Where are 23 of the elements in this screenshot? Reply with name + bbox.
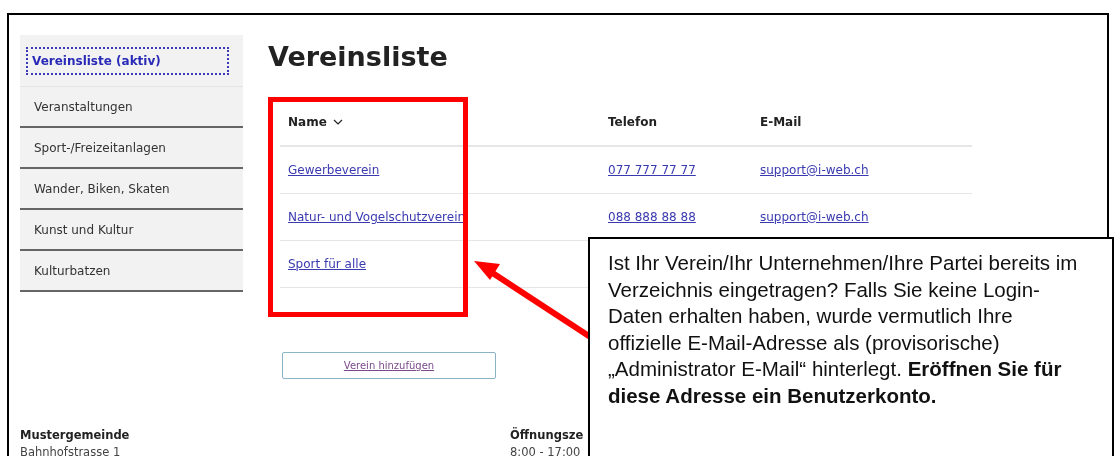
sidebar-item[interactable]: Sport-/Freizeitanlagen bbox=[20, 128, 243, 169]
footer-text: Bahnhofstrasse 1 bbox=[20, 445, 122, 456]
sidebar-item[interactable]: Kulturbatzen bbox=[20, 251, 243, 292]
add-club-button[interactable]: Verein hinzufügen bbox=[282, 352, 496, 379]
sidebar-item[interactable]: Kunst und Kultur bbox=[20, 210, 243, 251]
footer-heading: Mustergemeinde bbox=[20, 428, 131, 442]
footer-heading: Öffnungsze bbox=[510, 428, 584, 442]
annotation-callout: Ist Ihr Verein/Ihr Unternehmen/Ihre Partei bereits im Verzeichnis eingetragen? Falls Sie keine Login-Daten erhalten haben, wurde vermutlich Ihre offizielle E-Mail-Adresse als (provisorische) „Administrator E-Mail“ hinterlegt. Eröffnen Sie für diese Adresse ein Benutzerkonto. bbox=[588, 237, 1114, 456]
sidebar-item[interactable]: Wander, Biken, Skaten bbox=[20, 169, 243, 210]
email-link[interactable]: support@i-web.ch bbox=[760, 163, 869, 177]
page-title: Vereinsliste bbox=[268, 40, 449, 74]
club-link[interactable]: Gewerbeverein bbox=[288, 163, 380, 177]
sidebar-item[interactable]: Veranstaltungen bbox=[20, 87, 243, 128]
club-link[interactable]: Sport für alle bbox=[288, 257, 366, 271]
phone-link[interactable]: 088 888 88 88 bbox=[608, 210, 696, 224]
phone-link[interactable]: 077 777 77 77 bbox=[608, 163, 696, 177]
email-link[interactable]: support@i-web.ch bbox=[760, 210, 869, 224]
chevron-down-icon bbox=[332, 119, 343, 125]
club-link[interactable]: Natur- und Vogelschutzverein bbox=[288, 210, 466, 224]
column-header[interactable]: Telefon bbox=[608, 115, 657, 129]
column-header[interactable]: Name bbox=[288, 115, 343, 129]
footer-text: 8:00 - 17:00 bbox=[510, 445, 582, 456]
column-header[interactable]: E-Mail bbox=[760, 115, 802, 129]
